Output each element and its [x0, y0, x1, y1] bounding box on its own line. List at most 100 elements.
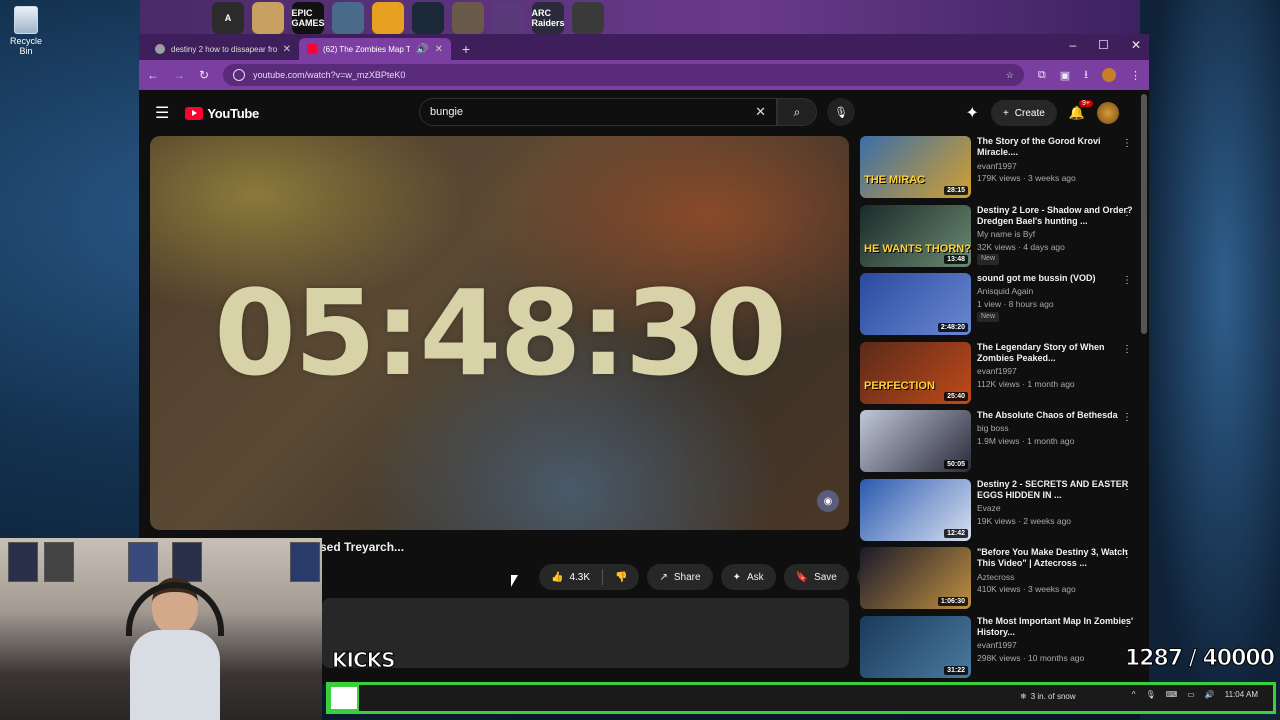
dislike-button[interactable]: 👎: [603, 572, 639, 583]
dock-app-icon[interactable]: [492, 2, 524, 34]
video-thumbnail[interactable]: 50:05: [860, 410, 971, 472]
related-video-item[interactable]: PERFECTION 25:40 The Legendary Story of Wh…: [860, 341, 1140, 411]
related-video-item[interactable]: 50:05 The Absolute Chaos of Bethesda big b…: [860, 410, 1140, 479]
search-input[interactable]: bungie ✕: [419, 98, 777, 126]
related-video-item[interactable]: 2:48:20 sound got me bussin (VOD) Anisquid…: [860, 273, 1140, 342]
video-menu-icon[interactable]: ⋮: [1122, 138, 1132, 149]
new-badge: New: [977, 311, 1000, 323]
video-menu-icon[interactable]: ⋮: [1122, 344, 1132, 355]
recycle-bin[interactable]: Recycle Bin: [6, 6, 46, 56]
dock-app-icon[interactable]: [572, 2, 604, 34]
tab-google-search[interactable]: destiny 2 how to dissapear fro... ✕: [147, 38, 299, 60]
video-title[interactable]: sound got me bussin (VOD): [977, 273, 1140, 284]
site-info-icon[interactable]: [233, 69, 246, 81]
mic-tray-icon[interactable]: 🎙: [1146, 690, 1156, 699]
notifications-button[interactable]: 🔔 9+: [1069, 100, 1093, 121]
video-menu-icon[interactable]: ⋮: [1122, 549, 1132, 560]
video-info: Destiny 2 Lore - Shadow and Order? Dredg…: [977, 205, 1140, 274]
channel-name[interactable]: evanf1997: [977, 640, 1140, 651]
mute-tab-icon[interactable]: 🔊: [416, 44, 428, 55]
related-video-item[interactable]: 1:06:30 "Before You Make Destiny 3, Watch…: [860, 547, 1140, 616]
close-tab-icon[interactable]: ✕: [283, 44, 291, 55]
related-video-item[interactable]: HE WANTS THORN? 13:48 Destiny 2 Lore - Sha…: [860, 204, 1140, 274]
like-button[interactable]: 👍 4.3K: [539, 572, 602, 583]
reload-icon[interactable]: ↻: [199, 68, 209, 82]
channel-name[interactable]: evanf1997: [977, 161, 1140, 172]
extension-icon[interactable]: ⧉: [1038, 69, 1046, 82]
related-video-item[interactable]: 31:22 The Most Important Map In Zombies' …: [860, 615, 1140, 685]
dock-app-icon[interactable]: EPIC GAMES: [292, 2, 325, 34]
clock[interactable]: 11:04 AM: [1225, 690, 1258, 700]
weather-widget[interactable]: ❄ 3 in. of snow: [1020, 692, 1076, 701]
close-tab-icon[interactable]: ✕: [435, 44, 443, 55]
dock-app-icon[interactable]: [252, 2, 284, 34]
channel-name[interactable]: big boss: [977, 423, 1140, 434]
browser-menu-icon[interactable]: ⋮: [1130, 69, 1141, 82]
dock-app-icon[interactable]: A: [212, 2, 244, 34]
address-bar[interactable]: youtube.com/watch?v=w_mzXBPteK0 ☆: [223, 64, 1024, 86]
video-thumbnail[interactable]: 1:06:30: [860, 547, 971, 609]
video-menu-icon[interactable]: ⋮: [1122, 618, 1132, 629]
description-box[interactable]: [322, 598, 849, 668]
menu-icon[interactable]: ☰: [155, 103, 169, 123]
video-title[interactable]: Destiny 2 - SECRETS AND EASTER EGGS HIDD…: [977, 479, 1140, 502]
dock-app-icon[interactable]: [372, 2, 404, 34]
video-title[interactable]: The Legendary Story of When Zombies Peak…: [977, 342, 1140, 365]
video-info: The Absolute Chaos of Bethesda big boss 1.…: [977, 410, 1140, 479]
youtube-logo[interactable]: YouTube: [185, 106, 259, 121]
new-tab-button[interactable]: +: [455, 38, 477, 60]
video-thumbnail[interactable]: 2:48:20: [860, 273, 971, 335]
dock-app-icon[interactable]: [452, 2, 484, 34]
related-video-item[interactable]: THE MIRAC 28:15 The Story of the Gorod Kro…: [860, 136, 1140, 205]
save-button[interactable]: 🔖 Save: [783, 564, 849, 590]
maximize-button[interactable]: ☐: [1098, 38, 1109, 52]
video-thumbnail[interactable]: PERFECTION 25:40: [860, 341, 971, 404]
video-menu-icon[interactable]: ⋮: [1122, 275, 1132, 286]
dock-app-icon[interactable]: ARC Raiders: [532, 2, 565, 34]
page-scrollbar[interactable]: [1141, 94, 1147, 334]
minimize-button[interactable]: –: [1069, 38, 1076, 52]
chevron-up-icon[interactable]: ^: [1132, 690, 1136, 699]
video-thumbnail[interactable]: 12:42: [860, 478, 971, 541]
dock-app-icon[interactable]: [332, 2, 364, 34]
video-menu-icon[interactable]: ⋮: [1122, 207, 1132, 218]
player-overlay-icon[interactable]: ◉: [817, 490, 839, 512]
network-icon[interactable]: ▭: [1187, 690, 1195, 699]
video-player[interactable]: 05:48:30 ◉: [150, 136, 849, 530]
clear-search-icon[interactable]: ✕: [755, 104, 766, 120]
extension-gear-icon[interactable]: ✦: [966, 103, 979, 123]
channel-name[interactable]: My name is Byf: [977, 229, 1140, 240]
forward-icon[interactable]: →: [173, 68, 185, 82]
video-thumbnail[interactable]: THE MIRAC 28:15: [860, 136, 971, 198]
channel-name[interactable]: evanf1997: [977, 366, 1140, 377]
channel-name[interactable]: Aztecross: [977, 572, 1140, 583]
create-button[interactable]: + Create: [990, 100, 1057, 126]
video-title[interactable]: The Most Important Map In Zombies' Histo…: [977, 616, 1140, 639]
ask-button[interactable]: ✦ Ask: [720, 564, 776, 590]
video-menu-icon[interactable]: ⋮: [1122, 412, 1132, 423]
voice-search-button[interactable]: 🎙: [827, 98, 855, 126]
download-icon[interactable]: ⭳: [1084, 66, 1088, 85]
video-title[interactable]: Destiny 2 Lore - Shadow and Order? Dredg…: [977, 205, 1140, 228]
video-title[interactable]: The Story of the Gorod Krovi Miracle....: [977, 136, 1140, 159]
dock-app-icon[interactable]: [412, 2, 444, 34]
sidepanel-icon[interactable]: ▣: [1060, 69, 1070, 82]
search-button[interactable]: ⌕: [777, 98, 817, 126]
bookmark-star-icon[interactable]: ☆: [1006, 70, 1014, 81]
account-avatar[interactable]: [1097, 102, 1119, 124]
video-title[interactable]: The Absolute Chaos of Bethesda: [977, 410, 1140, 421]
video-title[interactable]: "Before You Make Destiny 3, Watch This V…: [977, 547, 1140, 570]
back-icon[interactable]: ←: [147, 68, 159, 82]
channel-name[interactable]: Anisquid Again: [977, 286, 1140, 297]
tab-youtube[interactable]: (62) The Zombies Map That... 🔊 ✕: [299, 38, 451, 60]
related-video-item[interactable]: 12:42 Destiny 2 - SECRETS AND EASTER EGGS…: [860, 478, 1140, 548]
video-thumbnail[interactable]: 31:22: [860, 615, 971, 678]
share-button[interactable]: ↗ Share: [647, 564, 713, 590]
profile-avatar[interactable]: [1102, 68, 1116, 82]
volume-icon[interactable]: 🔊: [1205, 690, 1215, 699]
keyboard-icon[interactable]: ⌨: [1166, 690, 1178, 699]
video-menu-icon[interactable]: ⋮: [1122, 481, 1132, 492]
video-thumbnail[interactable]: HE WANTS THORN? 13:48: [860, 204, 971, 267]
channel-name[interactable]: Evaze: [977, 503, 1140, 514]
close-window-button[interactable]: ✕: [1131, 38, 1141, 52]
